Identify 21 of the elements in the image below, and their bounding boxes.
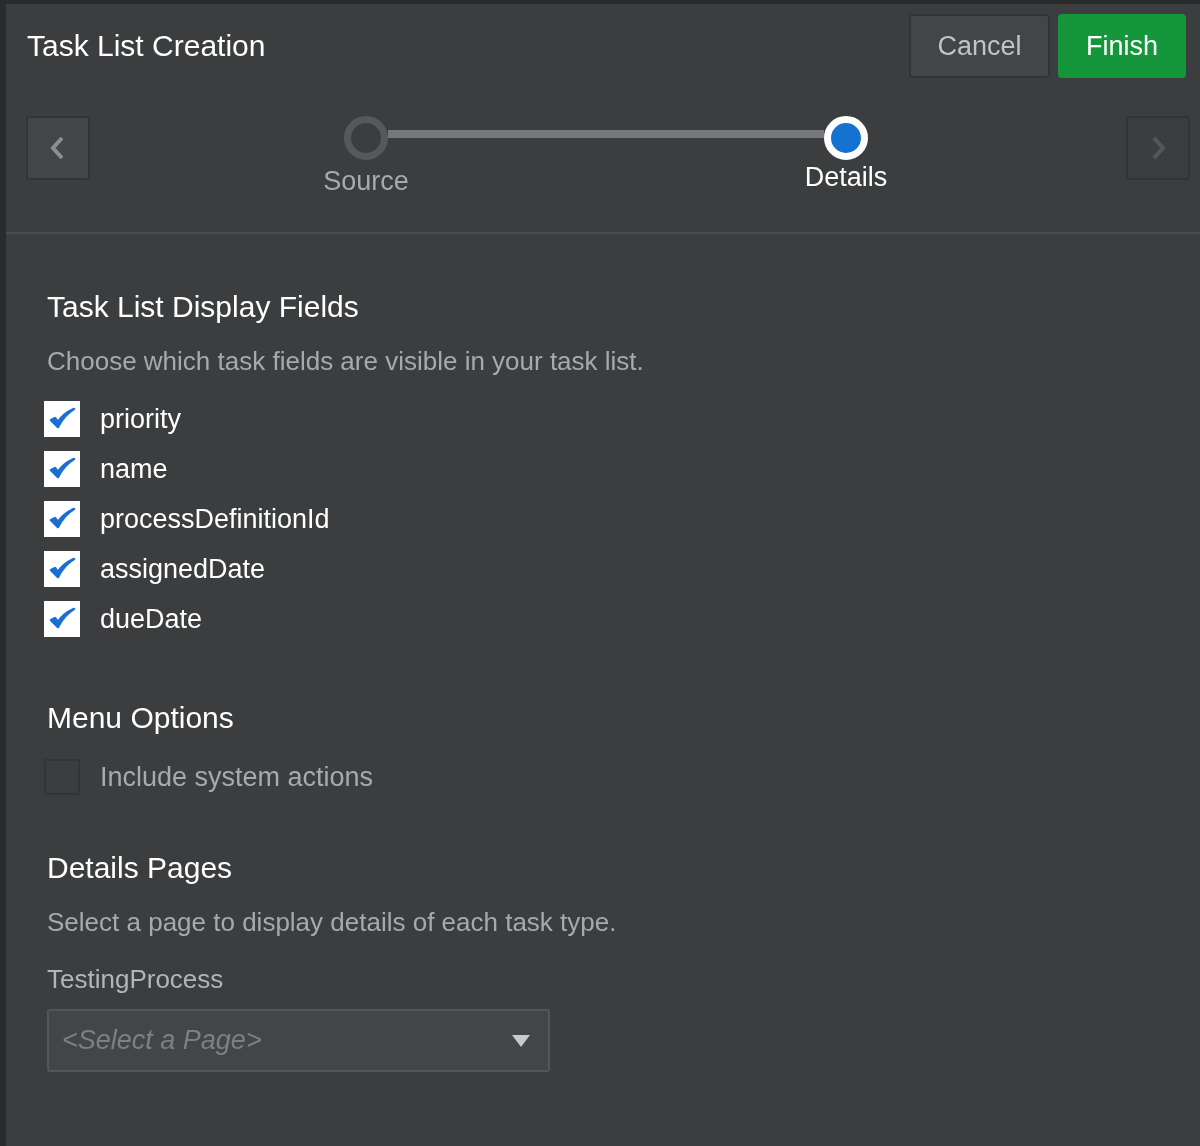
- section-description: Choose which task fields are visible in your task list.: [47, 346, 645, 377]
- section-heading: Menu Options: [47, 701, 235, 735]
- dropdown-caret-icon: [512, 1035, 530, 1047]
- page-select[interactable]: <Select a Page>: [47, 1009, 550, 1072]
- section-heading: Task List Display Fields: [47, 290, 360, 324]
- step-dot[interactable]: [344, 116, 388, 160]
- checkbox-label: name: [100, 453, 168, 485]
- step-label: Details: [804, 162, 888, 193]
- checkbox-label: priority: [100, 403, 181, 435]
- checkbox-label: dueDate: [100, 603, 203, 635]
- section-description: Select a page to display details of each task type.: [47, 907, 618, 938]
- checkbox-label: processDefinitionId: [100, 503, 330, 535]
- section-heading: Details Pages: [47, 851, 234, 885]
- cancel-button[interactable]: Cancel: [909, 14, 1050, 78]
- step-label: Source: [323, 166, 409, 197]
- finish-button[interactable]: Finish: [1058, 14, 1186, 78]
- window-title: Task List Creation: [27, 29, 266, 63]
- checkbox-label: assignedDate: [100, 553, 266, 585]
- checkbox-label: Include system actions: [100, 761, 374, 793]
- back-button[interactable]: [26, 116, 90, 180]
- field-label: TestingProcess: [47, 964, 225, 995]
